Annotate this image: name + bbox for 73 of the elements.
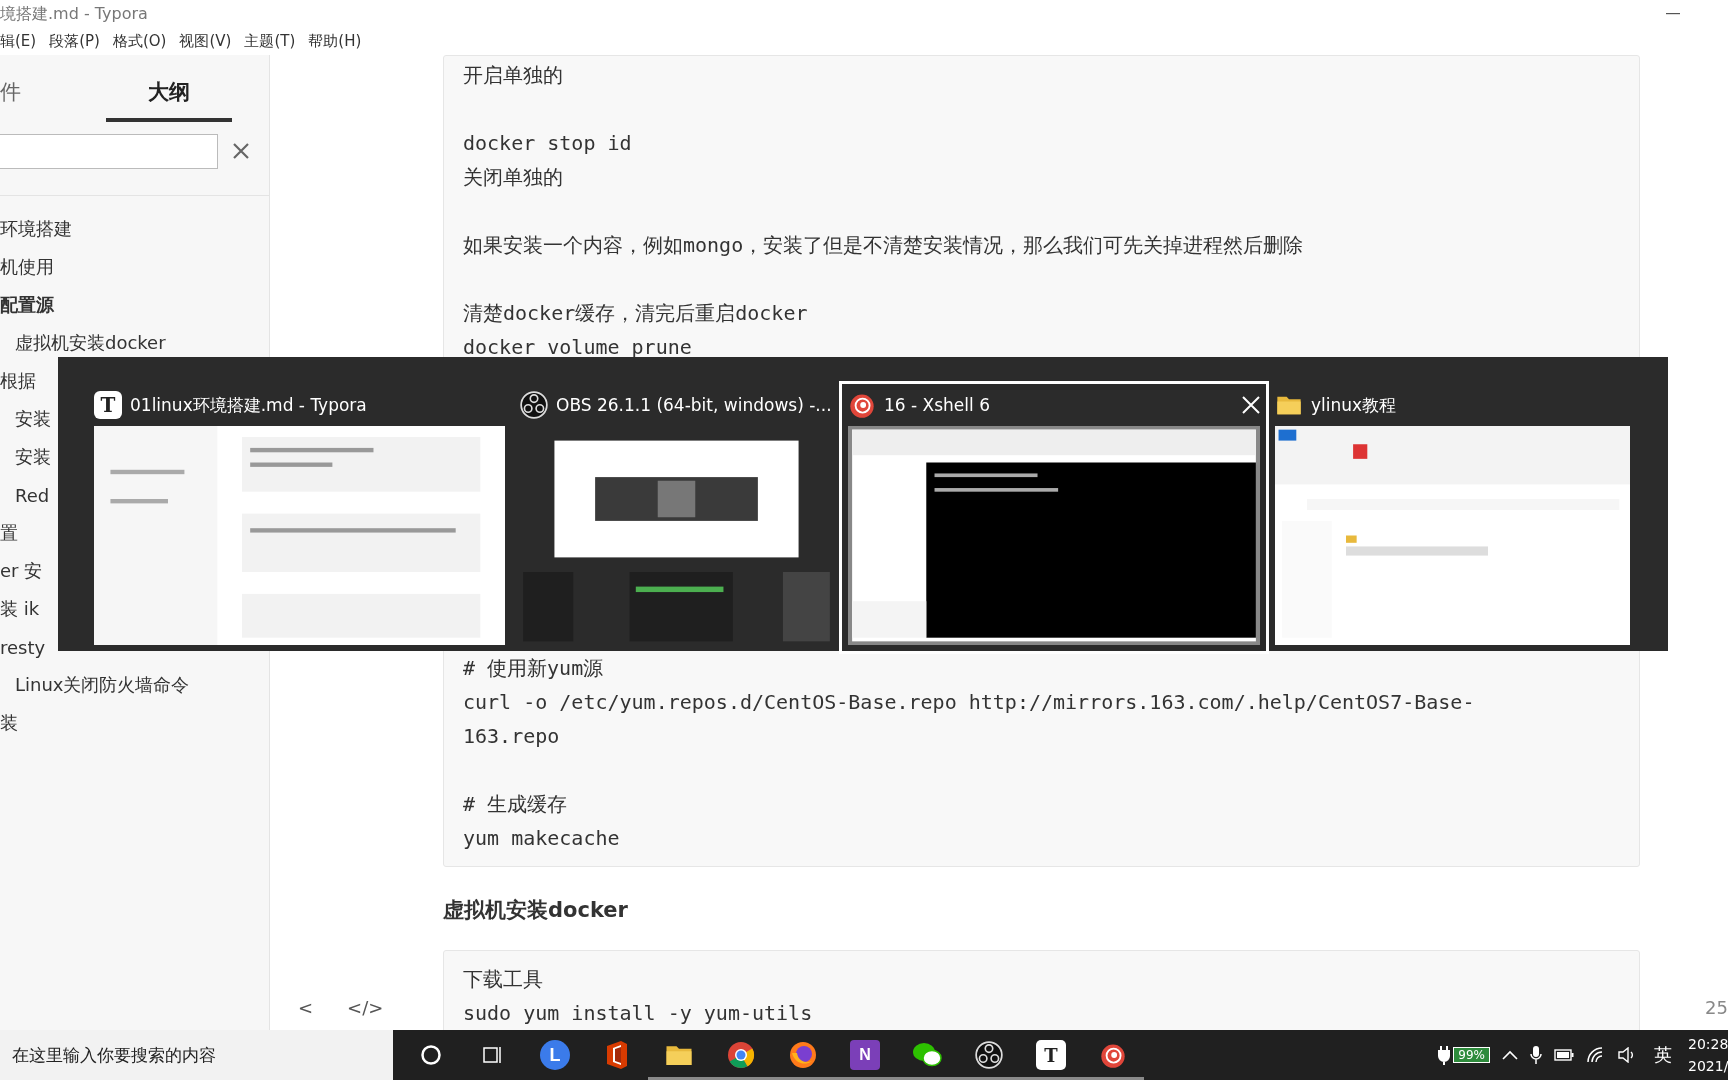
window-title: 16 - Xshell 6 [884,395,991,415]
outline-item[interactable]: 装 ik [0,597,40,621]
window-title: 境搭建.md - Typora [0,3,148,25]
microphone-icon[interactable] [1530,1045,1542,1065]
search-field[interactable]: 在这里输入你要搜索的内容 [0,1030,393,1080]
battery-indicator[interactable]: 99% [1453,1047,1490,1063]
chat-bubbles-icon [912,1041,942,1069]
app-icon [975,1041,1003,1069]
outline-item[interactable]: 安装 [15,407,51,431]
task-view-icon [482,1044,504,1066]
outline-item[interactable]: 机使用 [0,255,54,279]
search-field[interactable] [0,133,218,169]
plug-icon [1438,1045,1451,1065]
code-line: yum makecache [463,825,621,852]
sidebar-tab[interactable]: 大纲 [106,78,232,122]
input-method-button[interactable]: 英 [1650,1043,1676,1067]
battery-icon[interactable] [1554,1049,1574,1061]
menu-item[interactable]: 视图(V) [179,32,232,51]
outline-item[interactable]: 安装 [15,445,51,469]
menu-item[interactable]: 主题(T) [244,32,296,51]
app-icon: L [540,1040,570,1070]
window-title: ylinux教程 [1311,393,1398,417]
outline-item[interactable]: Red [15,484,50,506]
taskbar-button[interactable]: T [1020,1030,1082,1080]
menu-item[interactable]: 辑(E) [0,32,37,51]
app-icon: T [1036,1040,1066,1070]
code-line: docker stop id [463,130,633,157]
chevron-up-icon[interactable] [1502,1050,1518,1060]
circle-icon [420,1044,442,1066]
window-preview-card[interactable]: OBS 26.1.1 (64-bit, windows) -... [511,381,842,654]
code-line: 关闭单独的 [463,164,564,191]
app-icon: T [94,391,122,419]
back-button[interactable]: < [292,996,320,1018]
window-preview-card[interactable]: T 01linux环境搭建.md - Typora [85,381,514,654]
outline-item[interactable]: 环境搭建 [0,217,72,241]
app-icon: N [850,1040,880,1070]
code-line: 如果安装一个内容，例如mongo，安装了但是不清楚安装情况，那么我们可先关掉进程然后删除 [463,232,1305,259]
section-heading: 虚拟机安装docker [443,897,629,924]
outline-item[interactable]: 根据 [0,369,36,393]
menu-item[interactable]: 段落(P) [49,32,100,51]
source-code-button[interactable]: </> [341,996,390,1018]
minimize-icon[interactable] [1666,13,1680,15]
code-line: 开启单独的 [463,62,564,89]
clock-date[interactable]: 2021/ [1688,1055,1728,1077]
app-icon [520,391,548,419]
code-line: # 使用新yum源 [463,655,605,682]
sidebar-tab[interactable]: 件 [0,78,106,122]
word-count[interactable]: 25 [1705,996,1728,1018]
window-preview-card[interactable]: ylinux教程 [1266,381,1639,654]
menu-item[interactable]: 格式(O) [112,32,167,51]
taskbar-button[interactable]: N [834,1030,896,1080]
outline-item[interactable]: Linux关闭防火墙命令 [15,673,190,697]
outline-item[interactable]: 虚拟机安装docker [15,331,166,355]
outline-item[interactable]: 配置源 [0,293,54,317]
app-icon [789,1041,817,1069]
outline-item[interactable]: er 安 [0,559,43,583]
code-line: # 生成缓存 [463,791,569,818]
outline-item[interactable]: resty [0,636,46,658]
code-line: sudo yum install -y yum-utils [463,1000,814,1027]
window-title: OBS 26.1.1 (64-bit, windows) -... [556,395,833,415]
clock-time[interactable]: 20:28 [1688,1033,1728,1055]
code-line: 163.repo [463,723,561,750]
window-title: 01linux环境搭建.md - Typora [130,393,368,417]
menu-item[interactable]: 帮助(H) [308,32,362,51]
code-line: docker volume prune [463,334,693,361]
outline-item[interactable]: 置 [0,521,18,545]
outline-item[interactable]: 装 [0,711,18,735]
code-line: 下载工具 [463,966,544,993]
code-line: 清楚docker缓存，清完后重启docker [463,300,809,327]
taskbar-button[interactable]: L [524,1030,586,1080]
app-icon [727,1041,755,1069]
code-line: curl -o /etc/yum.repos.d/CentOS-Base.repo http://mirrors.163.com/.help/CentOS7-Base- [463,689,1476,716]
window-preview-card[interactable]: 16 - Xshell 6 [839,381,1269,654]
